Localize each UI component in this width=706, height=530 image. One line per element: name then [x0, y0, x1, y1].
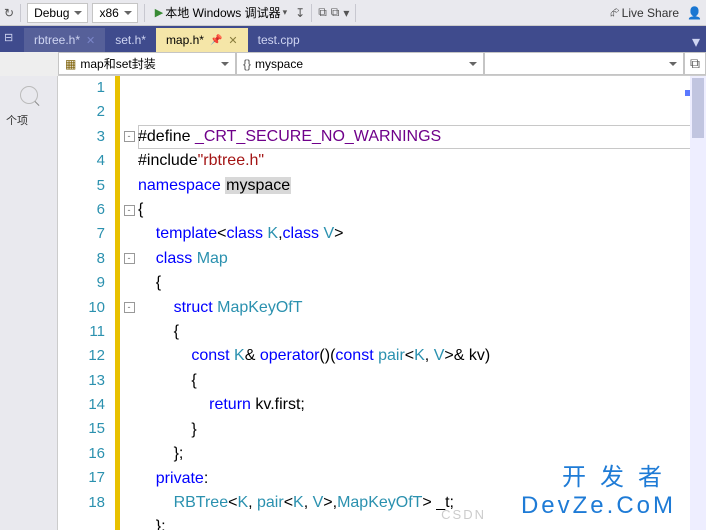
main-toolbar: ↻ Debug x86 ▶ 本地 Windows 调试器 ▾ ↧ ⧉ ⧉ ▾ ⮳…: [0, 0, 706, 26]
tab-overflow-icon[interactable]: ▾: [686, 32, 706, 52]
close-icon[interactable]: ✕: [86, 34, 95, 47]
fold-toggle[interactable]: -: [124, 253, 135, 264]
split-icon[interactable]: ⧉: [684, 52, 706, 75]
namespace-icon: {}: [243, 57, 251, 71]
chevron-down-icon: ▾: [283, 7, 288, 18]
close-icon[interactable]: ✕: [228, 34, 237, 47]
fold-toggle[interactable]: -: [124, 131, 135, 142]
scope-combo[interactable]: ▦ map和set封装: [58, 52, 236, 75]
tool1-icon[interactable]: ⧉: [318, 5, 327, 20]
user-icon[interactable]: 👤: [687, 6, 702, 20]
code-area[interactable]: #define _CRT_SECURE_NO_WARNINGS #include…: [138, 76, 706, 530]
change-marker: [685, 90, 690, 96]
run-button[interactable]: ▶ 本地 Windows 调试器 ▾: [151, 3, 291, 23]
play-icon: ▶: [155, 6, 163, 19]
history-icon[interactable]: ↻: [4, 6, 14, 20]
left-sidebar: 个项: [0, 76, 58, 530]
line-gutter: 123456789101112131415161718: [58, 76, 120, 530]
namespace-combo[interactable]: {} myspace: [236, 52, 484, 75]
document-tabs: ⊟ rbtree.h*✕ set.h* map.h*📌✕ test.cpp ▾: [0, 26, 706, 52]
tab-test[interactable]: test.cpp: [248, 28, 310, 52]
navigation-bar: ▦ map和set封装 {} myspace ⧉: [58, 52, 706, 76]
sidebar-label: 个项: [4, 108, 53, 132]
tabwell-pin-icon[interactable]: ⊟: [4, 31, 13, 44]
config-combo[interactable]: Debug: [27, 3, 88, 23]
step-icon[interactable]: ↧: [295, 6, 305, 20]
fold-column: - - - -: [120, 76, 138, 530]
fold-toggle[interactable]: -: [124, 302, 135, 313]
project-icon: ▦: [65, 57, 76, 71]
tab-rbtree[interactable]: rbtree.h*✕: [24, 28, 105, 52]
member-combo[interactable]: [484, 52, 684, 75]
tool2-icon[interactable]: ⧉: [331, 5, 340, 20]
search-icon[interactable]: [20, 86, 38, 104]
fold-toggle[interactable]: -: [124, 205, 135, 216]
liveshare-icon: ⮳: [610, 5, 620, 20]
liveshare-button[interactable]: ⮳ Live Share: [606, 3, 683, 23]
tab-set[interactable]: set.h*: [105, 28, 156, 52]
tab-map[interactable]: map.h*📌✕: [156, 28, 248, 52]
pin-icon[interactable]: 📌: [210, 35, 222, 46]
tool3-icon[interactable]: ▾: [343, 6, 349, 20]
platform-combo[interactable]: x86: [92, 3, 137, 23]
code-editor[interactable]: 123456789101112131415161718 - - - - #def…: [58, 76, 706, 530]
